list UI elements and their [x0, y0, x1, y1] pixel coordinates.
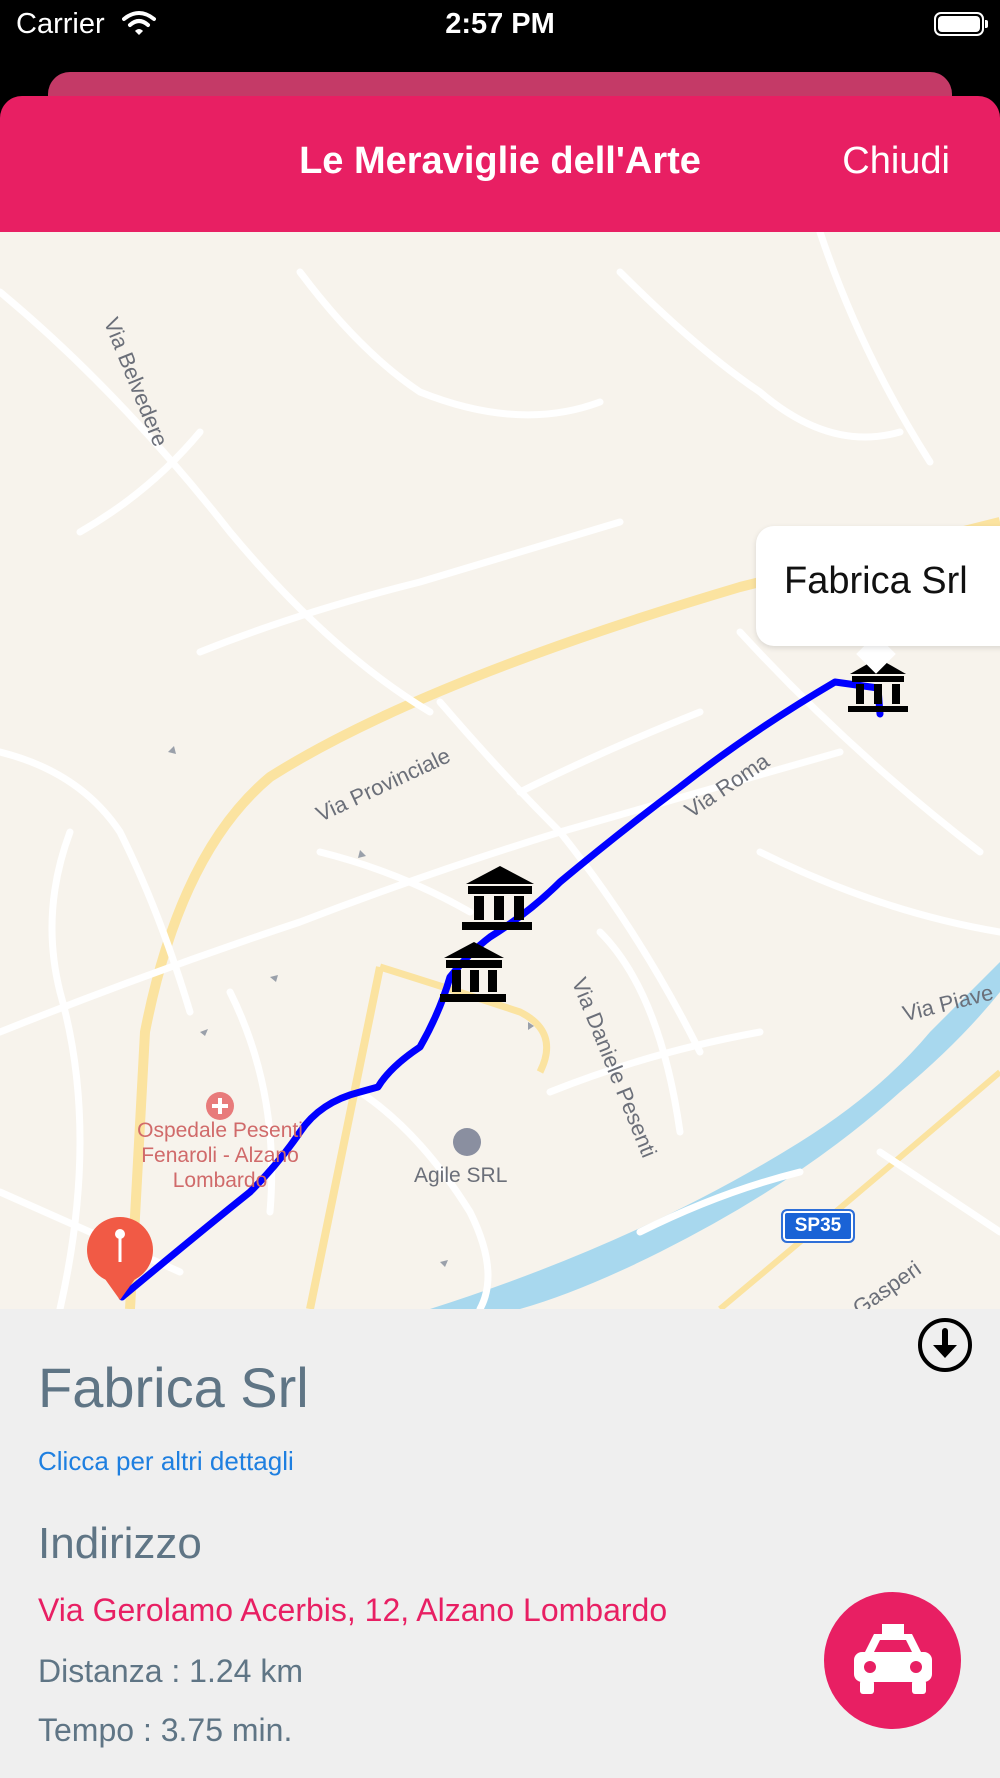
callout-title: Fabrica Srl: [784, 560, 968, 602]
nav-header: Le Meraviglie dell'Arte Chiudi: [0, 96, 1000, 232]
close-button[interactable]: Chiudi: [842, 140, 950, 183]
time-value: Tempo : 3.75 min.: [38, 1712, 293, 1748]
hospital-label: Ospedale Pesenti Fenaroli - Alzano Lomba…: [137, 1119, 303, 1192]
more-details-link[interactable]: Clicca per altri dettagli: [38, 1446, 294, 1477]
taxi-icon: [854, 1624, 932, 1694]
marker-callout[interactable]: Fabrica Srl: [756, 526, 1000, 646]
museum-icon: [462, 866, 534, 930]
status-bar: Carrier 2:57 PM: [0, 0, 1000, 52]
poi-label: Agile SRL: [414, 1164, 508, 1187]
taxi-button[interactable]: [824, 1592, 961, 1729]
battery-icon: [934, 12, 988, 36]
place-name: Fabrica Srl: [38, 1356, 309, 1419]
address-heading: Indirizzo: [38, 1519, 202, 1568]
road-shield: SP35: [781, 1209, 855, 1243]
map-view[interactable]: Via Belvedere Via Provinciale Via Roma V…: [0, 232, 1000, 1309]
pin-icon: [87, 1217, 153, 1300]
clock: 2:57 PM: [445, 8, 555, 40]
distance-value: Distanza : 1.24 km: [38, 1653, 303, 1689]
download-icon[interactable]: [917, 1317, 973, 1373]
address-value[interactable]: Via Gerolamo Acerbis, 12, Alzano Lombard…: [38, 1592, 667, 1629]
